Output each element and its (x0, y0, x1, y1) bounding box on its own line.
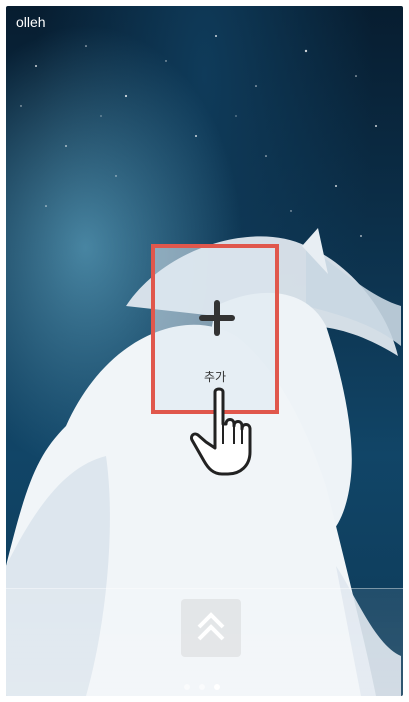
lock-screen: olleh 추가 (6, 6, 403, 696)
add-label: 추가 (203, 370, 227, 384)
hand-pointer-icon (190, 387, 252, 476)
unlock-bar (6, 588, 403, 696)
page-indicator (184, 684, 220, 690)
page-dot-active (214, 684, 220, 690)
unlock-button[interactable] (181, 599, 241, 657)
page-dot (184, 684, 190, 690)
double-chevron-up-icon (197, 612, 225, 641)
plus-icon (199, 300, 235, 336)
page-dot (199, 684, 205, 690)
